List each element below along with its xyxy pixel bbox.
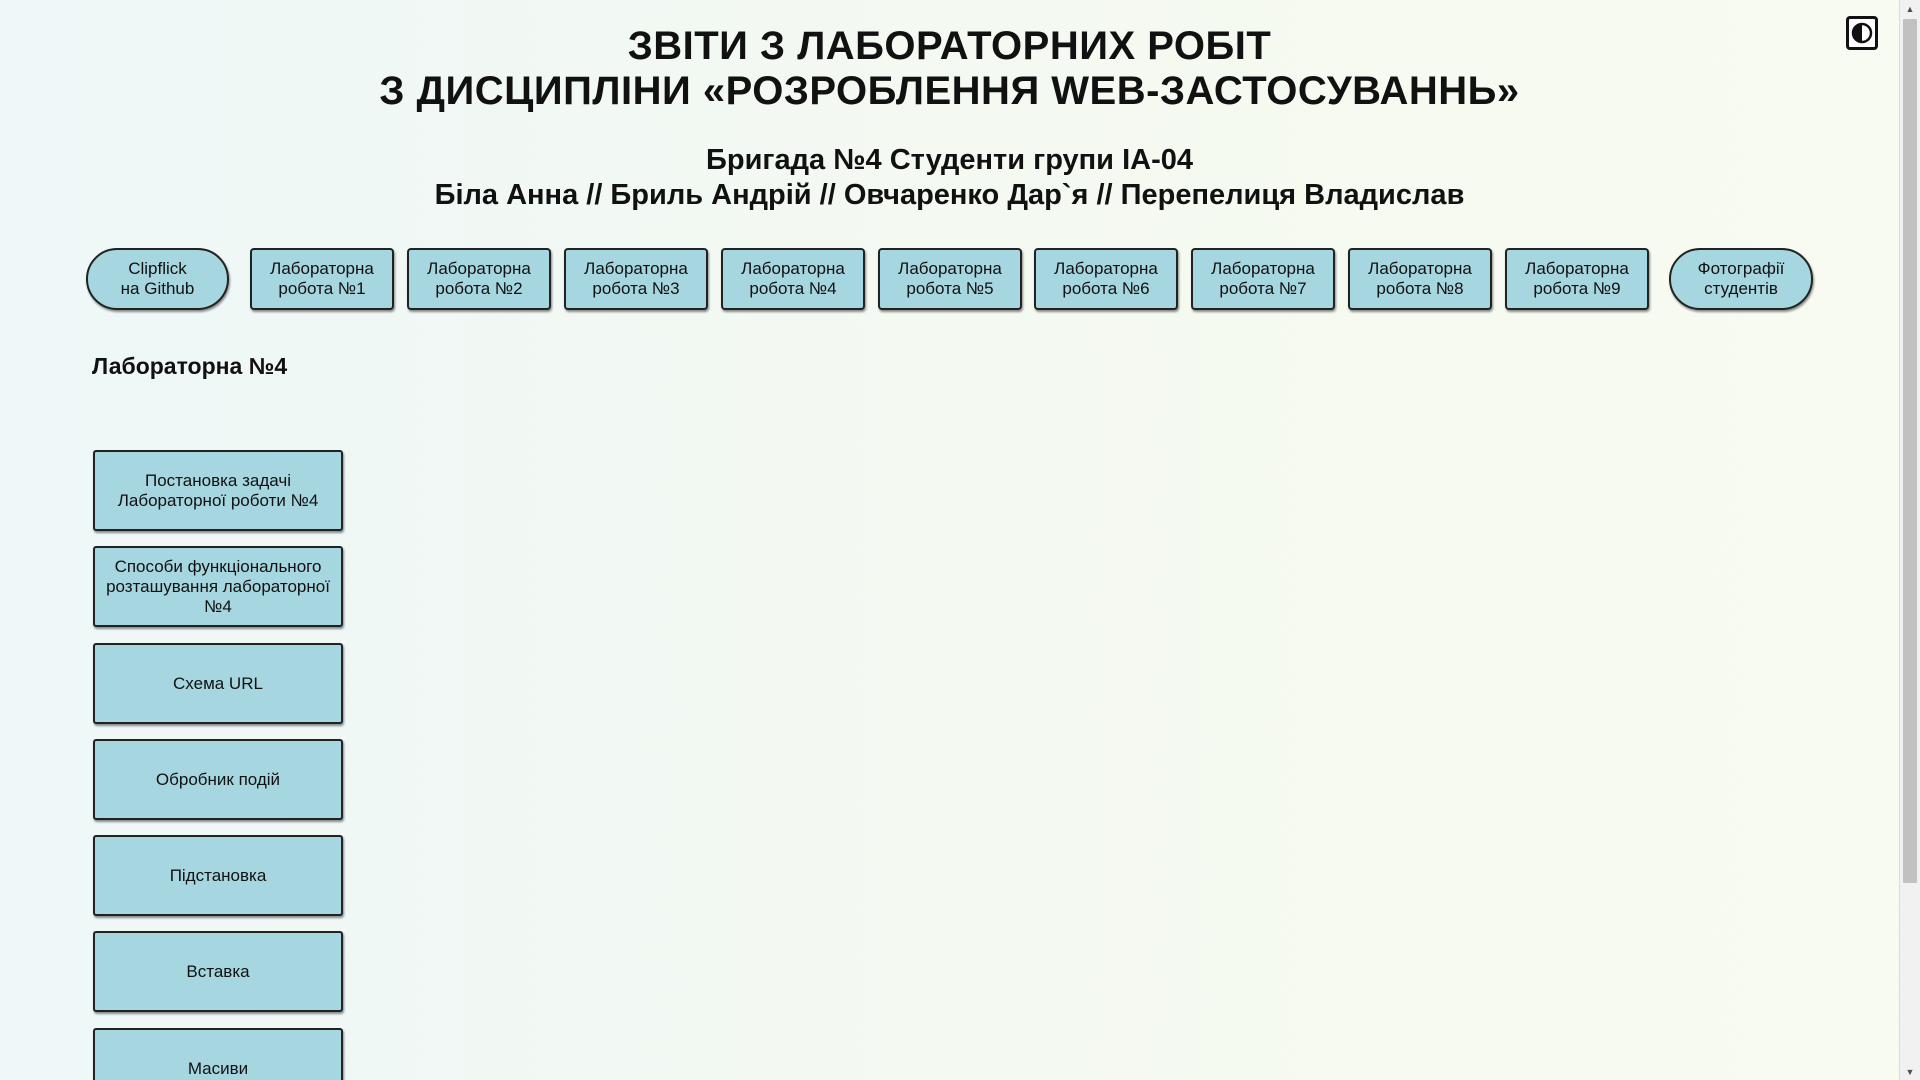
lab-1-button[interactable]: Лабораторна робота №1	[250, 248, 394, 310]
lab-9-button[interactable]: Лабораторна робота №9	[1505, 248, 1649, 310]
lab-5-button[interactable]: Лабораторна робота №5	[878, 248, 1022, 310]
insertion-button[interactable]: Вставка	[93, 931, 343, 1012]
vertical-scrollbar[interactable]: ▲ ▼	[1899, 0, 1920, 1080]
lab-3-button[interactable]: Лабораторна робота №3	[564, 248, 708, 310]
team-line: Бригада №4 Студенти групи ІА-04	[706, 144, 1193, 176]
url-scheme-button[interactable]: Схема URL	[93, 643, 343, 724]
lab-navigation: Clipflick на Github Лабораторна робота №…	[0, 248, 1899, 310]
page-title: ЗВІТИ З ЛАБОРАТОРНИХ РОБІТ З ДИСЦИПЛІНИ …	[0, 24, 1899, 114]
student-photos-button[interactable]: Фотографії студентів	[1669, 248, 1813, 310]
lab-4-button[interactable]: Лабораторна робота №4	[721, 248, 865, 310]
theme-toggle-button[interactable]	[1846, 16, 1878, 50]
task-statement-button[interactable]: Постановка задачі Лабораторної роботи №4	[93, 450, 343, 531]
page: ЗВІТИ З ЛАБОРАТОРНИХ РОБІТ З ДИСЦИПЛІНИ …	[0, 0, 1899, 1080]
github-link-button[interactable]: Clipflick на Github	[86, 248, 229, 310]
scroll-down-icon[interactable]: ▼	[1900, 1063, 1920, 1080]
team-info: Бригада №4 Студенти групи ІА-04 Біла Анн…	[0, 143, 1899, 213]
layout-methods-button[interactable]: Способи функціонального розташування лаб…	[93, 546, 343, 627]
title-line-1: ЗВІТИ З ЛАБОРАТОРНИХ РОБІТ	[627, 24, 1272, 68]
lab-6-button[interactable]: Лабораторна робота №6	[1034, 248, 1178, 310]
arrays-button[interactable]: Масиви	[93, 1028, 343, 1080]
lab-8-button[interactable]: Лабораторна робота №8	[1348, 248, 1492, 310]
contrast-icon	[1851, 22, 1873, 44]
lab-7-button[interactable]: Лабораторна робота №7	[1191, 248, 1335, 310]
substitution-button[interactable]: Підстановка	[93, 835, 343, 916]
event-handler-button[interactable]: Обробник подій	[93, 739, 343, 820]
scroll-up-icon[interactable]: ▲	[1900, 0, 1920, 17]
scroll-thumb[interactable]	[1903, 19, 1917, 883]
members-line: Біла Анна // Бриль Андрій // Овчаренко Д…	[434, 179, 1465, 211]
lab-2-button[interactable]: Лабораторна робота №2	[407, 248, 551, 310]
title-line-2: З ДИСЦИПЛІНИ «РОЗРОБЛЕННЯ WEB-ЗАСТОСУВАН…	[379, 69, 1520, 113]
section-title: Лабораторна №4	[92, 353, 288, 379]
